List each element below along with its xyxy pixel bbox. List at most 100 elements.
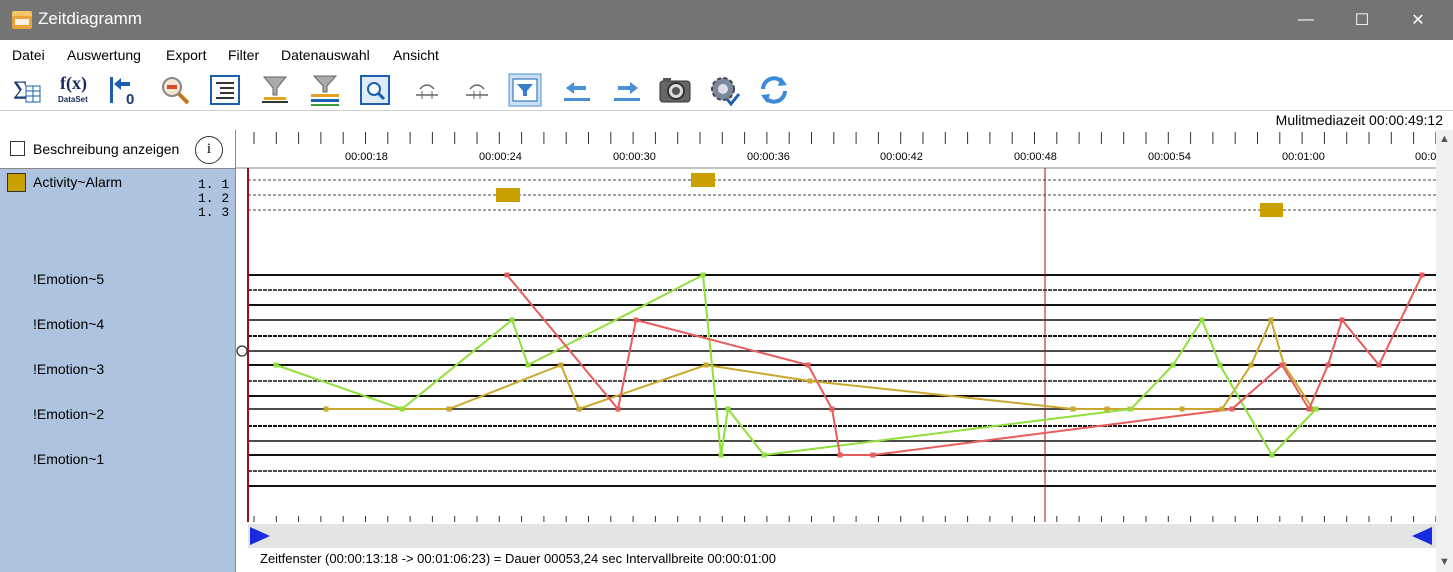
scroll-up-icon[interactable]: ▲: [1439, 133, 1450, 145]
data-point: [1269, 452, 1275, 458]
data-point: [323, 406, 329, 412]
timeline-chart[interactable]: 00:00:18 00:00:24 00:00:30 00:00:36 00:0…: [236, 130, 1453, 572]
refresh-icon[interactable]: [757, 73, 791, 107]
menu-datei[interactable]: Datei: [12, 47, 45, 63]
list-view-icon[interactable]: [208, 73, 242, 107]
multimedia-time: Mulitmediazeit 00:00:49:12: [1275, 112, 1443, 128]
emotion-2-label: !Emotion~2: [33, 406, 105, 422]
data-point: [525, 362, 531, 368]
menu-ansicht[interactable]: Ansicht: [393, 47, 439, 63]
jump-to-start-icon[interactable]: 0: [106, 73, 140, 107]
info-button[interactable]: i: [195, 136, 223, 164]
sum-table-icon[interactable]: Σ: [10, 73, 44, 107]
settings-icon[interactable]: [707, 73, 741, 107]
data-point: [837, 452, 843, 458]
data-point: [1170, 362, 1176, 368]
arrow-left-icon[interactable]: [560, 73, 594, 107]
data-point: [273, 362, 279, 368]
tick-label: 00:00:18: [345, 151, 388, 163]
activity-sub-3: 1. 3: [198, 205, 230, 220]
multimedia-status-bar: Mulitmediazeit 00:00:49:12: [0, 110, 1453, 131]
row-label-panel: Beschreibung anzeigen i Activity~Alarm 1…: [0, 130, 236, 572]
menu-export[interactable]: Export: [166, 47, 206, 63]
dataset-label: DataSet: [58, 95, 88, 104]
data-point: [1325, 362, 1331, 368]
activity-label: Activity~Alarm: [33, 174, 123, 190]
data-point: [807, 378, 813, 384]
activity-sub-1: 1. 1: [198, 177, 230, 192]
data-point: [829, 406, 835, 412]
show-description-label[interactable]: Beschreibung anzeigen: [33, 141, 179, 157]
fx-label: f(x): [60, 73, 87, 93]
data-point: [870, 452, 876, 458]
activity-color-swatch[interactable]: [7, 173, 26, 192]
tick-label: 00:00:36: [747, 151, 790, 163]
filter-bars-icon[interactable]: [308, 73, 342, 107]
data-point: [509, 317, 515, 323]
alarm-event-block[interactable]: [1260, 203, 1283, 217]
tick-label: 00:00:48: [1014, 151, 1057, 163]
data-point: [399, 406, 405, 412]
emotion-5-label: !Emotion~5: [33, 271, 105, 287]
data-point: [703, 362, 709, 368]
show-description-checkbox[interactable]: [10, 141, 25, 156]
cursor-handle[interactable]: [236, 345, 248, 357]
data-point: [805, 362, 811, 368]
data-point: [1229, 406, 1235, 412]
vertical-scrollbar[interactable]: ▲ ▼: [1436, 130, 1453, 572]
scroll-down-icon[interactable]: ▼: [1439, 556, 1450, 568]
data-point: [504, 272, 510, 278]
grid-lines: [248, 179, 1436, 487]
tick-label: 00:0: [1415, 151, 1436, 163]
menu-auswertung[interactable]: Auswertung: [67, 47, 141, 63]
data-point: [1279, 362, 1285, 368]
camera-icon[interactable]: [658, 73, 692, 107]
emotion-3-label: !Emotion~3: [33, 361, 105, 377]
description-bar: Beschreibung anzeigen i: [0, 130, 235, 169]
title-bar[interactable]: Zeitdiagramm — ☐ ✕: [0, 0, 1453, 40]
menu-bar: Datei Auswertung Export Filter Datenausw…: [0, 40, 1453, 70]
data-point: [615, 406, 621, 412]
search-icon[interactable]: [358, 73, 392, 107]
data-point: [1179, 406, 1185, 412]
data-point: [1248, 362, 1254, 368]
zoom-out-icon[interactable]: [158, 73, 192, 107]
emotion-4-label: !Emotion~4: [33, 316, 105, 332]
zeitdiagramm-window: Zeitdiagramm — ☐ ✕ Datei Auswertung Expo…: [0, 0, 1453, 572]
maximize-button[interactable]: ☐: [1339, 0, 1385, 40]
fx-dataset-icon[interactable]: f(x) DataSet: [57, 73, 91, 107]
data-point: [718, 452, 724, 458]
data-point: [1306, 406, 1312, 412]
timeline-filter-icon[interactable]: [508, 73, 542, 107]
toolbar: Σ f(x) DataSet 0: [0, 70, 1453, 110]
data-point: [1419, 272, 1425, 278]
data-point: [700, 272, 706, 278]
arrow-right-icon[interactable]: [610, 73, 644, 107]
data-point: [446, 406, 452, 412]
data-point: [1376, 362, 1382, 368]
menu-filter[interactable]: Filter: [228, 47, 259, 63]
alarm-event-block[interactable]: [496, 188, 520, 202]
time-window-status: Zeitfenster (00:00:13:18 -> 00:01:06:23)…: [260, 551, 777, 566]
collapse-icon[interactable]: [410, 73, 444, 107]
data-point: [761, 452, 767, 458]
tick-label: 00:00:24: [479, 151, 522, 163]
data-point: [576, 406, 582, 412]
tick-label: 00:00:30: [613, 151, 656, 163]
menu-datenauswahl[interactable]: Datenauswahl: [281, 47, 370, 63]
timeline-area: 00:00:18 00:00:24 00:00:30 00:00:36 00:0…: [236, 130, 1453, 572]
data-point: [1104, 406, 1110, 412]
filter-icon[interactable]: [258, 73, 292, 107]
minimize-button[interactable]: —: [1283, 0, 1329, 40]
time-window-slider-track[interactable]: [248, 524, 1436, 548]
expand-icon[interactable]: [460, 73, 494, 107]
data-point: [1219, 406, 1225, 412]
tick-label: 00:00:54: [1148, 151, 1191, 163]
data-point: [1217, 362, 1223, 368]
app-icon: [12, 11, 32, 29]
activity-sub-2: 1. 2: [198, 191, 230, 206]
alarm-event-block[interactable]: [691, 173, 715, 187]
window-title: Zeitdiagramm: [38, 9, 142, 28]
data-point: [1199, 317, 1205, 323]
close-button[interactable]: ✕: [1395, 0, 1441, 40]
